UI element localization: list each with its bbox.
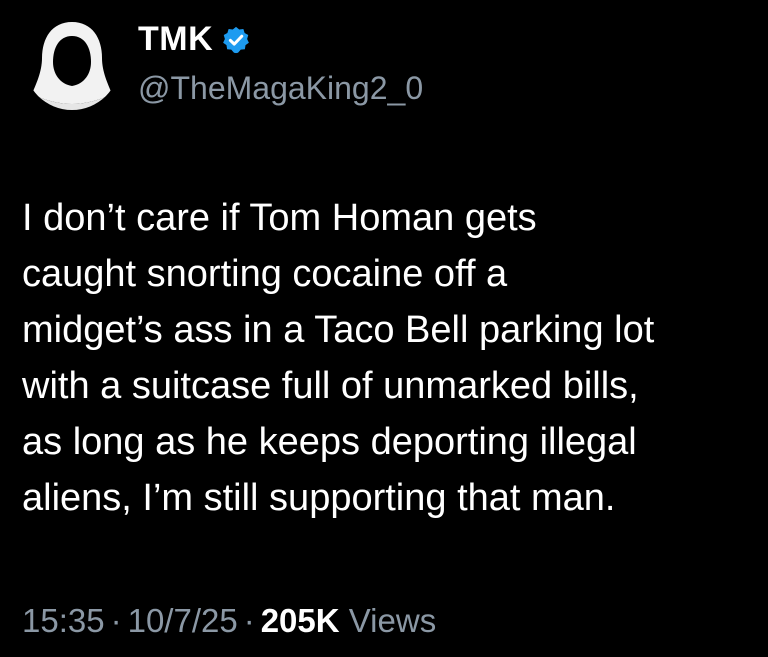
avatar[interactable]	[24, 14, 120, 110]
author-handle[interactable]: @TheMagaKing2_0	[138, 70, 423, 107]
views-count: 205K	[260, 602, 340, 639]
meta-separator: ·	[243, 602, 255, 639]
tweet-text: I don’t care if Tom Homan gets caught sn…	[22, 197, 655, 519]
verified-badge-icon	[221, 25, 251, 55]
tweet-card: TMK @TheMagaKing2_0 I don’t care if Tom …	[0, 0, 768, 657]
views-label: Views	[348, 602, 437, 639]
meta-separator: ·	[110, 602, 122, 639]
author-display-name[interactable]: TMK	[138, 20, 213, 59]
tweet-date[interactable]: 10/7/25	[128, 602, 238, 639]
hooded-figure-icon	[24, 14, 120, 110]
tweet-time[interactable]: 15:35	[22, 602, 105, 639]
tweet-meta: 15:35 · 10/7/25 · 205K Views	[22, 602, 436, 640]
author-name-row: TMK	[138, 20, 251, 59]
